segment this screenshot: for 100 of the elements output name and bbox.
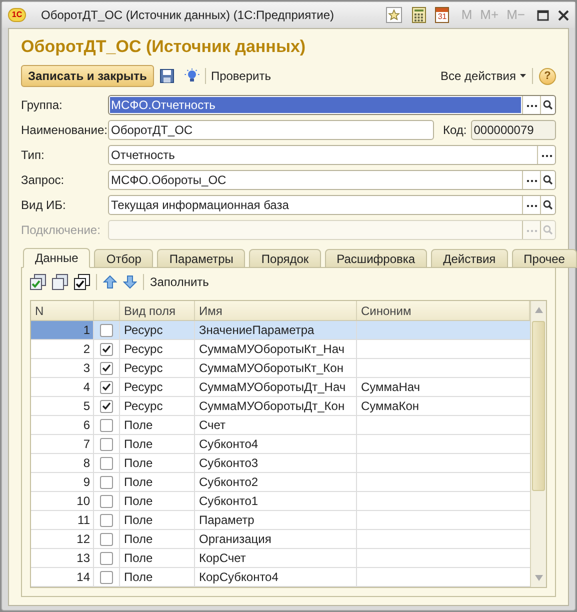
table-cell: Субконто1 bbox=[195, 492, 357, 510]
search-button[interactable] bbox=[540, 196, 555, 214]
lightbulb-icon[interactable] bbox=[184, 68, 200, 84]
tab[interactable]: Отбор bbox=[94, 249, 154, 268]
choose-button[interactable] bbox=[537, 146, 555, 164]
form-heading: ОборотДТ_ОС (Источник данных) bbox=[21, 36, 307, 58]
field-label: Наименование: bbox=[21, 122, 108, 138]
checkbox[interactable] bbox=[100, 456, 113, 470]
table-cell: Субконто4 bbox=[195, 435, 357, 453]
maximize-icon[interactable] bbox=[537, 10, 549, 20]
table-cell: 9 bbox=[31, 473, 94, 491]
tab[interactable]: Параметры bbox=[157, 249, 246, 268]
checkbox[interactable] bbox=[100, 494, 113, 508]
tab[interactable]: Данные bbox=[23, 248, 90, 268]
table-row[interactable]: 8 Поле Субконто3 bbox=[31, 454, 530, 473]
calculator-icon[interactable] bbox=[412, 7, 426, 23]
checkbox[interactable] bbox=[100, 514, 113, 526]
field-label: Подключение: bbox=[21, 222, 102, 238]
code-field[interactable]: 000000079 bbox=[470, 120, 556, 140]
tab[interactable]: Расшифровка bbox=[324, 249, 428, 268]
input-field[interactable]: Отчетность bbox=[108, 144, 556, 164]
invert-checks-icon[interactable] bbox=[74, 274, 90, 290]
checkbox[interactable] bbox=[100, 476, 113, 488]
table-cell: 4 bbox=[31, 378, 94, 396]
table-cell: Параметр bbox=[195, 511, 357, 529]
check-button[interactable]: Проверить bbox=[210, 67, 271, 85]
ellipsis-icon bbox=[526, 230, 536, 232]
checkbox[interactable] bbox=[100, 418, 113, 432]
table-row[interactable]: 6 Поле Счет bbox=[31, 416, 530, 435]
checkbox[interactable] bbox=[100, 324, 113, 336]
table-cell: Поле bbox=[120, 568, 195, 586]
checkbox[interactable] bbox=[100, 362, 113, 374]
choose-button[interactable] bbox=[522, 96, 540, 114]
save-close-button[interactable]: Записать и закрыть bbox=[21, 65, 154, 87]
table-cell: Поле bbox=[120, 549, 195, 567]
all-actions-button[interactable]: Все действия bbox=[440, 67, 526, 85]
input-field[interactable]: МСФО.Обороты_ОС bbox=[108, 170, 556, 190]
fill-button[interactable]: Заполнить bbox=[150, 273, 209, 291]
field-value: ОборотДТ_ОС bbox=[110, 122, 194, 138]
search-button[interactable] bbox=[540, 96, 555, 114]
tab[interactable]: Действия bbox=[431, 249, 508, 268]
table-cell: СуммаМУОборотыДт_Кон bbox=[195, 397, 357, 415]
table-cell: 12 bbox=[31, 530, 94, 548]
input-field[interactable]: Текущая информационная база bbox=[108, 194, 556, 214]
table-row[interactable]: 7 Поле Субконто4 bbox=[31, 435, 530, 454]
checkbox[interactable] bbox=[100, 532, 113, 546]
table-row[interactable]: 10 Поле Субконто1 bbox=[31, 492, 530, 511]
table-cell: ЗначениеПараметра bbox=[195, 321, 357, 339]
table-cell-text: СуммаКон bbox=[361, 398, 419, 415]
checkbox[interactable] bbox=[100, 570, 113, 584]
table-row[interactable]: 13 Поле КорСчет bbox=[31, 549, 530, 568]
search-icon bbox=[543, 224, 553, 234]
column-header[interactable]: Вид поля bbox=[120, 301, 195, 320]
table-cell: КорСчет bbox=[195, 549, 357, 567]
table-cell: Ресурс bbox=[120, 359, 195, 377]
table-row[interactable]: 3 Ресурс СуммаМУОборотыКт_Кон bbox=[31, 359, 530, 378]
up-arrow-icon[interactable] bbox=[103, 275, 117, 289]
close-icon[interactable] bbox=[558, 10, 569, 20]
column-header[interactable]: Имя bbox=[195, 301, 357, 320]
choose-button[interactable] bbox=[522, 170, 540, 188]
input-field[interactable]: МСФО.Отчетность bbox=[108, 94, 556, 114]
search-button[interactable] bbox=[540, 170, 555, 188]
field-value: Текущая информационная база bbox=[110, 196, 290, 212]
calendar-button[interactable]: 31 bbox=[435, 7, 450, 23]
checkbox[interactable] bbox=[100, 552, 113, 564]
table-row[interactable]: 11 Поле Параметр bbox=[31, 511, 530, 530]
table-row[interactable]: 5 Ресурс СуммаМУОборотыДт_Кон СуммаКон bbox=[31, 397, 530, 416]
table-row[interactable]: 9 Поле Субконто2 bbox=[31, 473, 530, 492]
table-row[interactable]: 14 Поле КорСубконто4 bbox=[31, 568, 530, 587]
input-field[interactable]: ОборотДТ_ОС bbox=[108, 120, 434, 140]
tab[interactable]: Порядок bbox=[249, 249, 321, 268]
field-label: Группа: bbox=[21, 96, 64, 114]
star-icon[interactable] bbox=[386, 7, 402, 23]
table-row[interactable]: 2 Ресурс СуммаМУОборотыКт_Нач bbox=[31, 340, 530, 359]
table-row[interactable]: 12 Поле Организация bbox=[31, 530, 530, 549]
column-header[interactable]: N bbox=[31, 301, 94, 320]
scrollbar[interactable] bbox=[530, 301, 546, 587]
search-icon bbox=[543, 100, 553, 110]
table-cell: 8 bbox=[31, 454, 94, 472]
tab[interactable]: Прочее bbox=[512, 249, 577, 268]
field-label: Код: bbox=[443, 122, 467, 138]
field-value: МСФО.Отчетность bbox=[110, 96, 521, 112]
uncheck-all-icon[interactable] bbox=[52, 274, 68, 290]
table-row[interactable]: 4 Ресурс СуммаМУОборотыДт_Нач СуммаНач bbox=[31, 378, 530, 397]
save-icon[interactable] bbox=[160, 69, 174, 83]
table-row[interactable]: 1 Ресурс ЗначениеПараметра bbox=[31, 321, 530, 340]
scroll-thumb[interactable] bbox=[532, 321, 545, 491]
choose-button[interactable] bbox=[522, 196, 540, 214]
search-icon bbox=[543, 200, 553, 210]
table-cell: Поле bbox=[120, 416, 195, 434]
checkbox[interactable] bbox=[100, 438, 113, 450]
table-cell: Счет bbox=[195, 416, 357, 434]
check-all-icon[interactable] bbox=[30, 274, 46, 290]
help-button[interactable]: ? bbox=[539, 68, 556, 84]
table-cell: Поле bbox=[120, 454, 195, 472]
down-arrow-icon[interactable] bbox=[123, 275, 137, 289]
ellipsis-icon bbox=[526, 104, 536, 108]
checkbox[interactable] bbox=[100, 400, 113, 412]
checkbox[interactable] bbox=[100, 380, 113, 394]
checkbox[interactable] bbox=[100, 342, 113, 356]
